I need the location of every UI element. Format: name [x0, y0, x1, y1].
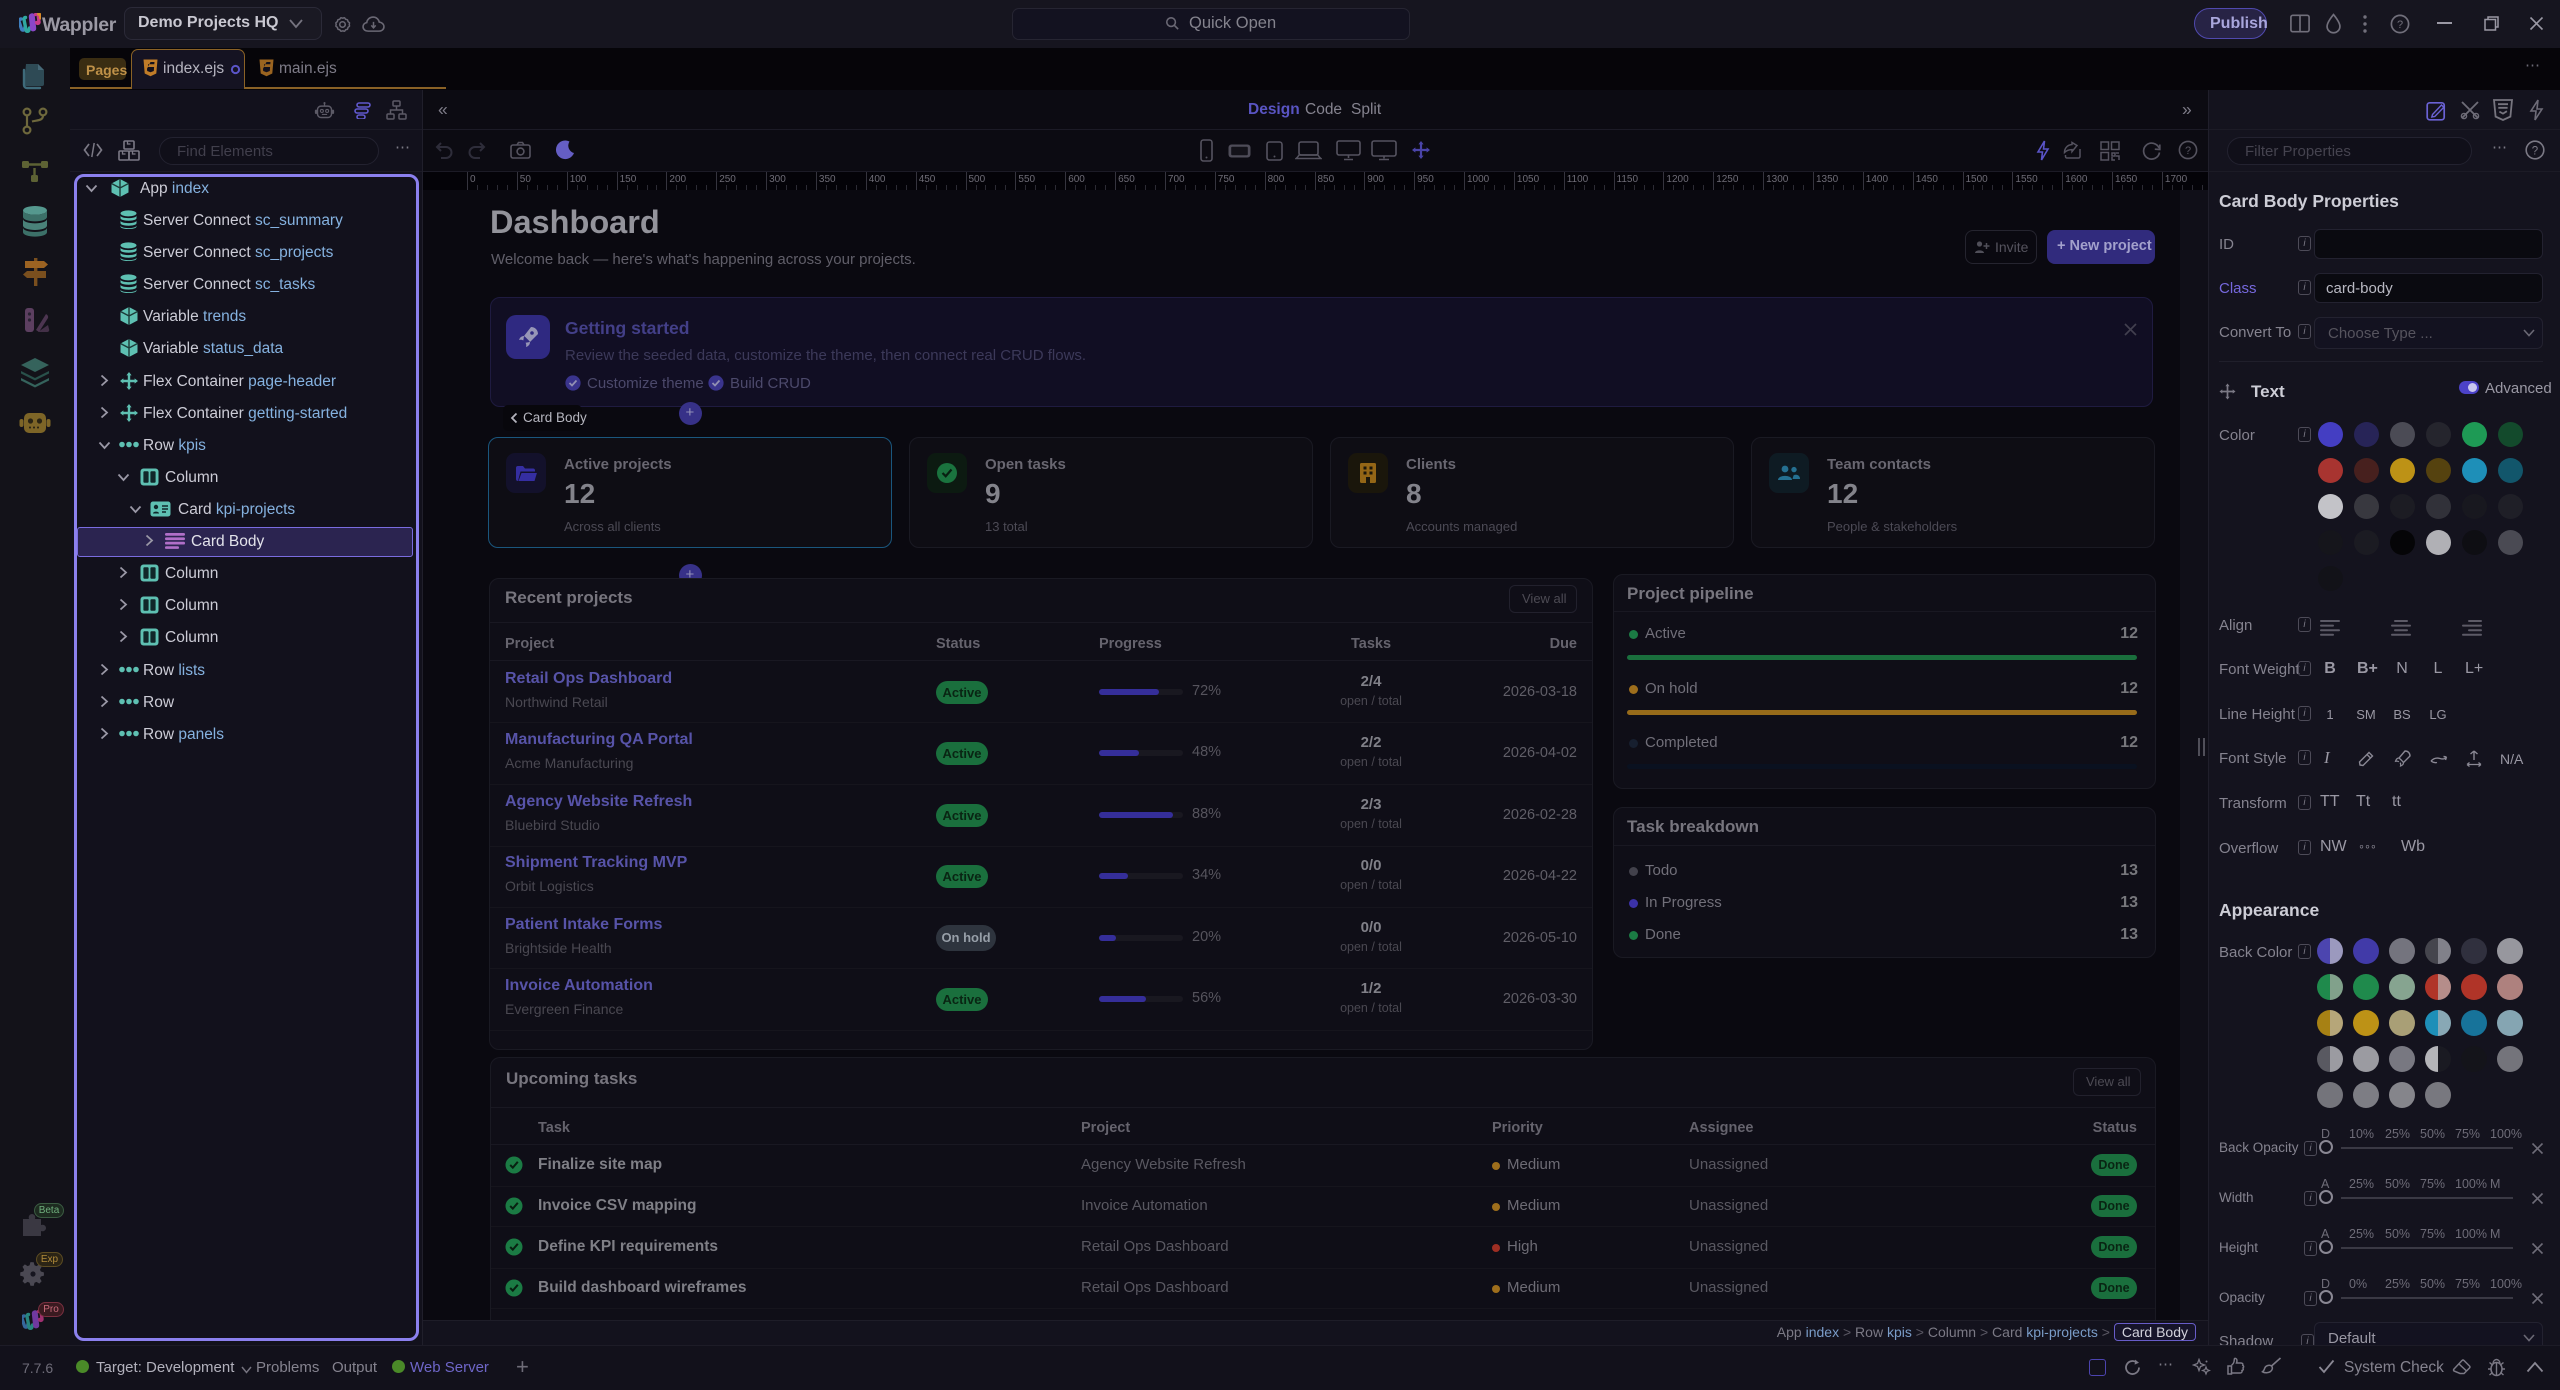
- svg-text:?: ?: [2532, 146, 2538, 158]
- svg-text:?: ?: [2397, 19, 2403, 31]
- svg-text:?: ?: [2185, 145, 2191, 157]
